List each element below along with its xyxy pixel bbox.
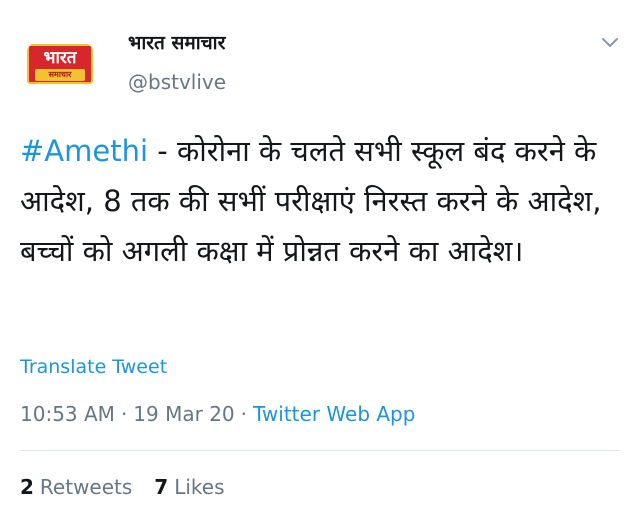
bharat-samachar-logo: भारत समाचार <box>27 44 93 84</box>
divider <box>20 450 620 451</box>
avatar[interactable]: भारत समाचार <box>20 32 100 112</box>
logo-main-text: भारत <box>43 48 77 68</box>
logo-sub-text: समाचार <box>35 69 85 81</box>
tweet-text: #Amethi - कोरोना के चलते सभी स्कूल बंद क… <box>20 126 620 276</box>
retweets-label: Retweets <box>39 475 133 499</box>
likes-stat[interactable]: 7 Likes <box>154 475 224 499</box>
likes-count: 7 <box>154 475 169 499</box>
translate-tweet-link[interactable]: Translate Tweet <box>20 354 167 380</box>
display-name[interactable]: भारत समाचार <box>128 30 225 56</box>
retweets-stat[interactable]: 2 Retweets <box>20 475 132 499</box>
tweet-stats: 2 Retweets 7 Likes <box>20 472 225 502</box>
chevron-down-icon[interactable] <box>598 30 622 54</box>
retweets-count: 2 <box>20 475 34 499</box>
user-handle[interactable]: @bstvlive <box>128 69 226 95</box>
meta-separator: · <box>240 402 248 426</box>
meta-separator: · <box>120 402 128 426</box>
tweet-time[interactable]: 10:53 AM <box>20 402 115 426</box>
tweet-card: भारत समाचार भारत समाचार @bstvlive #Ameth… <box>0 0 640 519</box>
tweet-meta: 10:53 AM · 19 Mar 20 · Twitter Web App <box>20 399 415 429</box>
tweet-date[interactable]: 19 Mar 20 <box>133 402 234 426</box>
likes-label: Likes <box>174 475 225 499</box>
hashtag-link[interactable]: #Amethi <box>20 134 148 168</box>
tweet-source-link[interactable]: Twitter Web App <box>253 402 415 426</box>
